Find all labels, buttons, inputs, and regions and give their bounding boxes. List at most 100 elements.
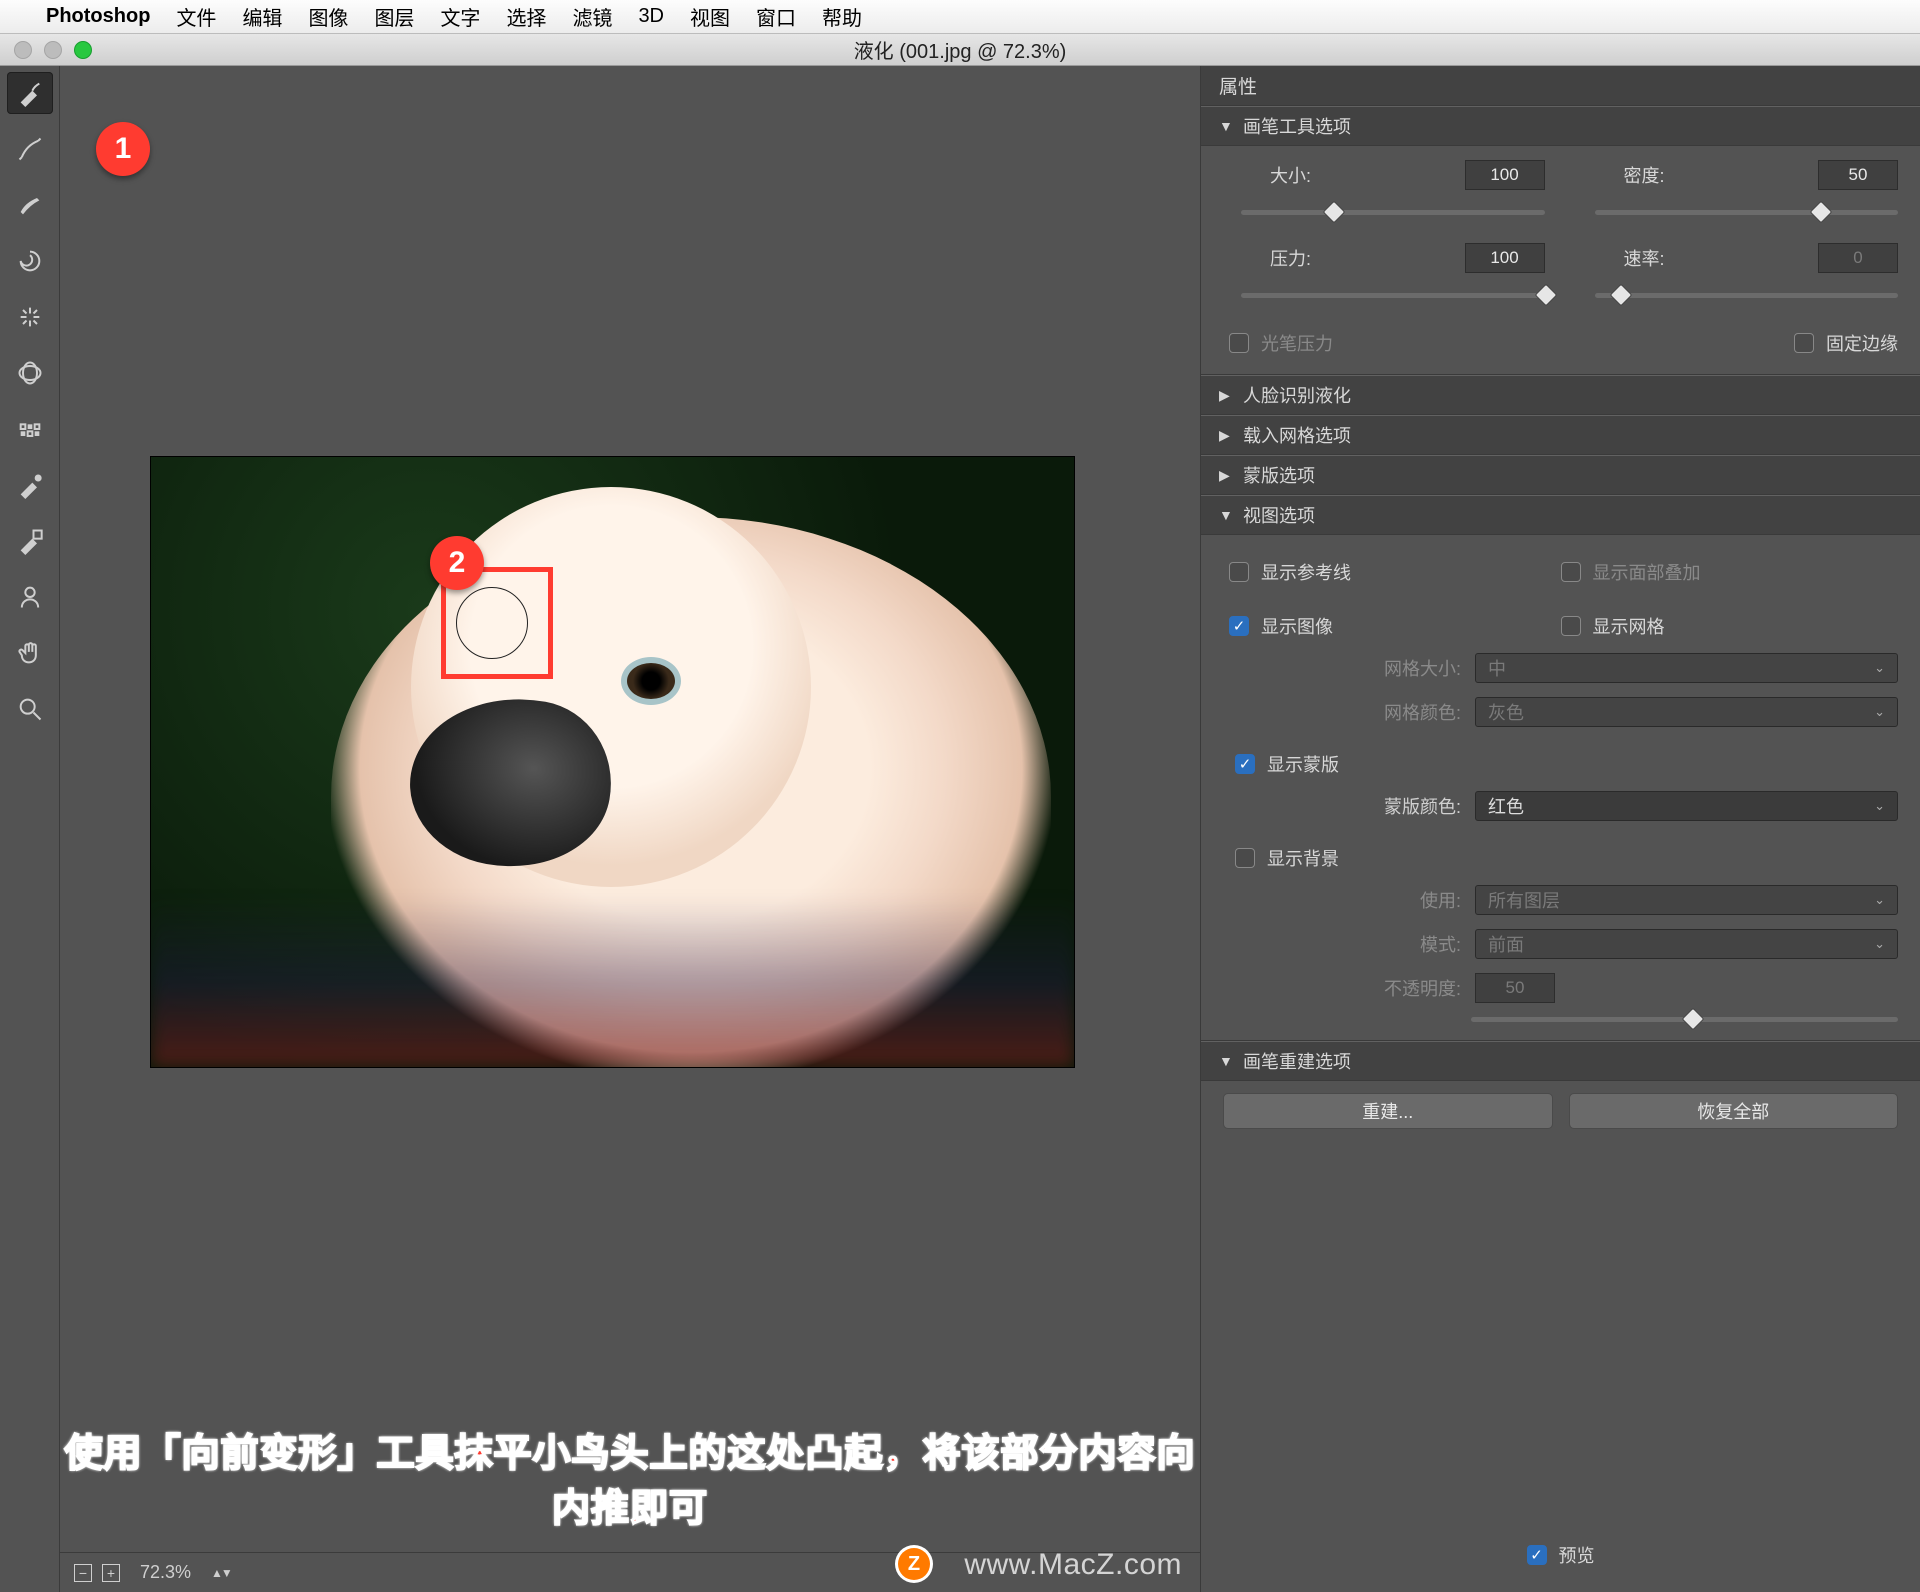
chevron-down-icon: ⌄: [1874, 936, 1885, 952]
menu-layer[interactable]: 图层: [374, 2, 414, 31]
label-show-mask: 显示蒙版: [1267, 751, 1339, 777]
window-close-button[interactable]: [14, 41, 32, 59]
input-size[interactable]: [1465, 160, 1545, 190]
window-minimize-button[interactable]: [44, 41, 62, 59]
section-view-body: 显示参考线 显示面部叠加 ✓显示图像 显示网格 网格大小:中⌄ 网格颜色:灰色⌄…: [1201, 535, 1920, 1041]
preview-row: ✓ 预览: [1201, 1524, 1920, 1592]
chevron-down-icon: ⌄: [1874, 660, 1885, 676]
menu-image[interactable]: 图像: [308, 2, 348, 31]
checkbox-show-guides[interactable]: [1229, 562, 1249, 582]
rebuild-button[interactable]: 重建...: [1223, 1093, 1553, 1129]
chevron-down-icon: ⌄: [1874, 704, 1885, 720]
label-pin-edges: 固定边缘: [1826, 330, 1898, 356]
menu-window[interactable]: 窗口: [756, 2, 796, 31]
select-mask-color[interactable]: 红色⌄: [1475, 791, 1898, 821]
section-brush-body: 大小: 密度: 压力: 速率:: [1201, 146, 1920, 375]
zoom-in-button[interactable]: +: [102, 1564, 120, 1582]
tool-zoom[interactable]: [7, 688, 53, 730]
select-mesh-size: 中⌄: [1475, 653, 1898, 683]
label-size: 大小:: [1241, 162, 1311, 188]
ctrl-rate: 速率:: [1595, 243, 1899, 298]
window-zoom-button[interactable]: [74, 41, 92, 59]
zoom-out-button[interactable]: −: [74, 1564, 92, 1582]
tool-thaw-mask[interactable]: [7, 520, 53, 562]
label-show-mesh: 显示网格: [1593, 613, 1665, 639]
section-view-header[interactable]: ▼视图选项: [1201, 495, 1920, 535]
label-show-guides: 显示参考线: [1261, 559, 1351, 585]
label-preview: 预览: [1559, 1542, 1595, 1568]
mac-menubar: Photoshop 文件 编辑 图像 图层 文字 选择 滤镜 3D 视图 窗口 …: [0, 0, 1920, 34]
brush-cursor-icon: [456, 587, 528, 659]
disclosure-right-icon: ▶: [1219, 427, 1233, 444]
menu-type[interactable]: 文字: [440, 2, 480, 31]
tool-twirl[interactable]: [7, 240, 53, 282]
disclosure-right-icon: ▶: [1219, 387, 1233, 404]
label-mask-color: 蒙版颜色:: [1331, 793, 1461, 819]
slider-size[interactable]: [1241, 210, 1545, 215]
menu-3d[interactable]: 3D: [638, 5, 664, 28]
tool-bloat[interactable]: [7, 352, 53, 394]
section-mask-label: 蒙版选项: [1243, 462, 1315, 488]
section-mesh-header[interactable]: ▶ 载入网格选项: [1201, 415, 1920, 455]
app-name[interactable]: Photoshop: [46, 5, 150, 28]
label-show-face-overlay: 显示面部叠加: [1593, 559, 1701, 585]
restore-all-button[interactable]: 恢复全部: [1569, 1093, 1899, 1129]
section-face-label: 人脸识别液化: [1243, 382, 1351, 408]
slider-density[interactable]: [1595, 210, 1899, 215]
tool-pucker[interactable]: [7, 296, 53, 338]
section-face-header[interactable]: ▶ 人脸识别液化: [1201, 375, 1920, 415]
annotation-marker-1: 1: [96, 122, 150, 176]
label-pressure: 压力:: [1241, 245, 1311, 271]
label-rate: 速率:: [1595, 245, 1665, 271]
checkbox-pin-edges[interactable]: [1794, 333, 1814, 353]
zoom-level[interactable]: 72.3%: [130, 1562, 201, 1583]
input-rate: [1818, 243, 1898, 273]
checkbox-preview[interactable]: ✓: [1527, 1545, 1547, 1565]
tool-reconstruct[interactable]: [7, 128, 53, 170]
chevron-down-icon: ⌄: [1874, 892, 1885, 908]
menu-select[interactable]: 选择: [506, 2, 546, 31]
menu-edit[interactable]: 编辑: [242, 2, 282, 31]
disclosure-down-icon: ▼: [1219, 118, 1233, 134]
checkbox-show-mesh[interactable]: [1561, 616, 1581, 636]
section-brush-label: 画笔工具选项: [1243, 113, 1351, 139]
label-mesh-color: 网格颜色:: [1331, 699, 1461, 725]
menu-filter[interactable]: 滤镜: [572, 2, 612, 31]
section-recon-label: 画笔重建选项: [1243, 1048, 1351, 1074]
section-recon-header[interactable]: ▼ 画笔重建选项: [1201, 1041, 1920, 1081]
label-show-image: 显示图像: [1261, 613, 1333, 639]
section-mask-header[interactable]: ▶蒙版选项: [1201, 455, 1920, 495]
slider-pressure[interactable]: [1241, 293, 1545, 298]
checkbox-show-bg[interactable]: [1235, 848, 1255, 868]
window-titlebar: 液化 (001.jpg @ 72.3%): [0, 34, 1920, 66]
document-canvas[interactable]: [150, 456, 1075, 1068]
menu-help[interactable]: 帮助: [822, 2, 862, 31]
section-mesh-label: 载入网格选项: [1243, 422, 1351, 448]
input-pressure[interactable]: [1465, 243, 1545, 273]
menu-view[interactable]: 视图: [690, 2, 730, 31]
tool-face[interactable]: [7, 576, 53, 618]
section-brush-header[interactable]: ▼ 画笔工具选项: [1201, 106, 1920, 146]
checkbox-show-mask[interactable]: ✓: [1235, 754, 1255, 774]
chevron-down-icon: ⌄: [1874, 798, 1885, 814]
tool-hand[interactable]: [7, 632, 53, 674]
tool-freeze-mask[interactable]: [7, 464, 53, 506]
tool-push-left[interactable]: [7, 408, 53, 450]
zoom-stepper-icon[interactable]: ▲▼: [211, 1566, 231, 1580]
label-mesh-size: 网格大小:: [1331, 655, 1461, 681]
ctrl-pressure: 压力:: [1241, 243, 1545, 298]
disclosure-down-icon: ▼: [1219, 507, 1233, 523]
select-bg-use: 所有图层⌄: [1475, 885, 1898, 915]
label-show-bg: 显示背景: [1267, 845, 1339, 871]
menu-file[interactable]: 文件: [176, 2, 216, 31]
checkbox-stylus[interactable]: [1229, 333, 1249, 353]
tutorial-caption: 使用「向前变形」工具抹平小鸟头上的这处凸起，将该部分内容向内推即可: [60, 1422, 1200, 1532]
tool-smooth[interactable]: [7, 184, 53, 226]
liquify-toolbar: [0, 66, 60, 1592]
tool-forward-warp[interactable]: [7, 72, 53, 114]
input-density[interactable]: [1818, 160, 1898, 190]
window-title: 液化 (001.jpg @ 72.3%): [854, 35, 1067, 64]
checkbox-show-image[interactable]: ✓: [1229, 616, 1249, 636]
label-bg-opacity: 不透明度:: [1331, 975, 1461, 1001]
disclosure-down-icon: ▼: [1219, 1053, 1233, 1069]
